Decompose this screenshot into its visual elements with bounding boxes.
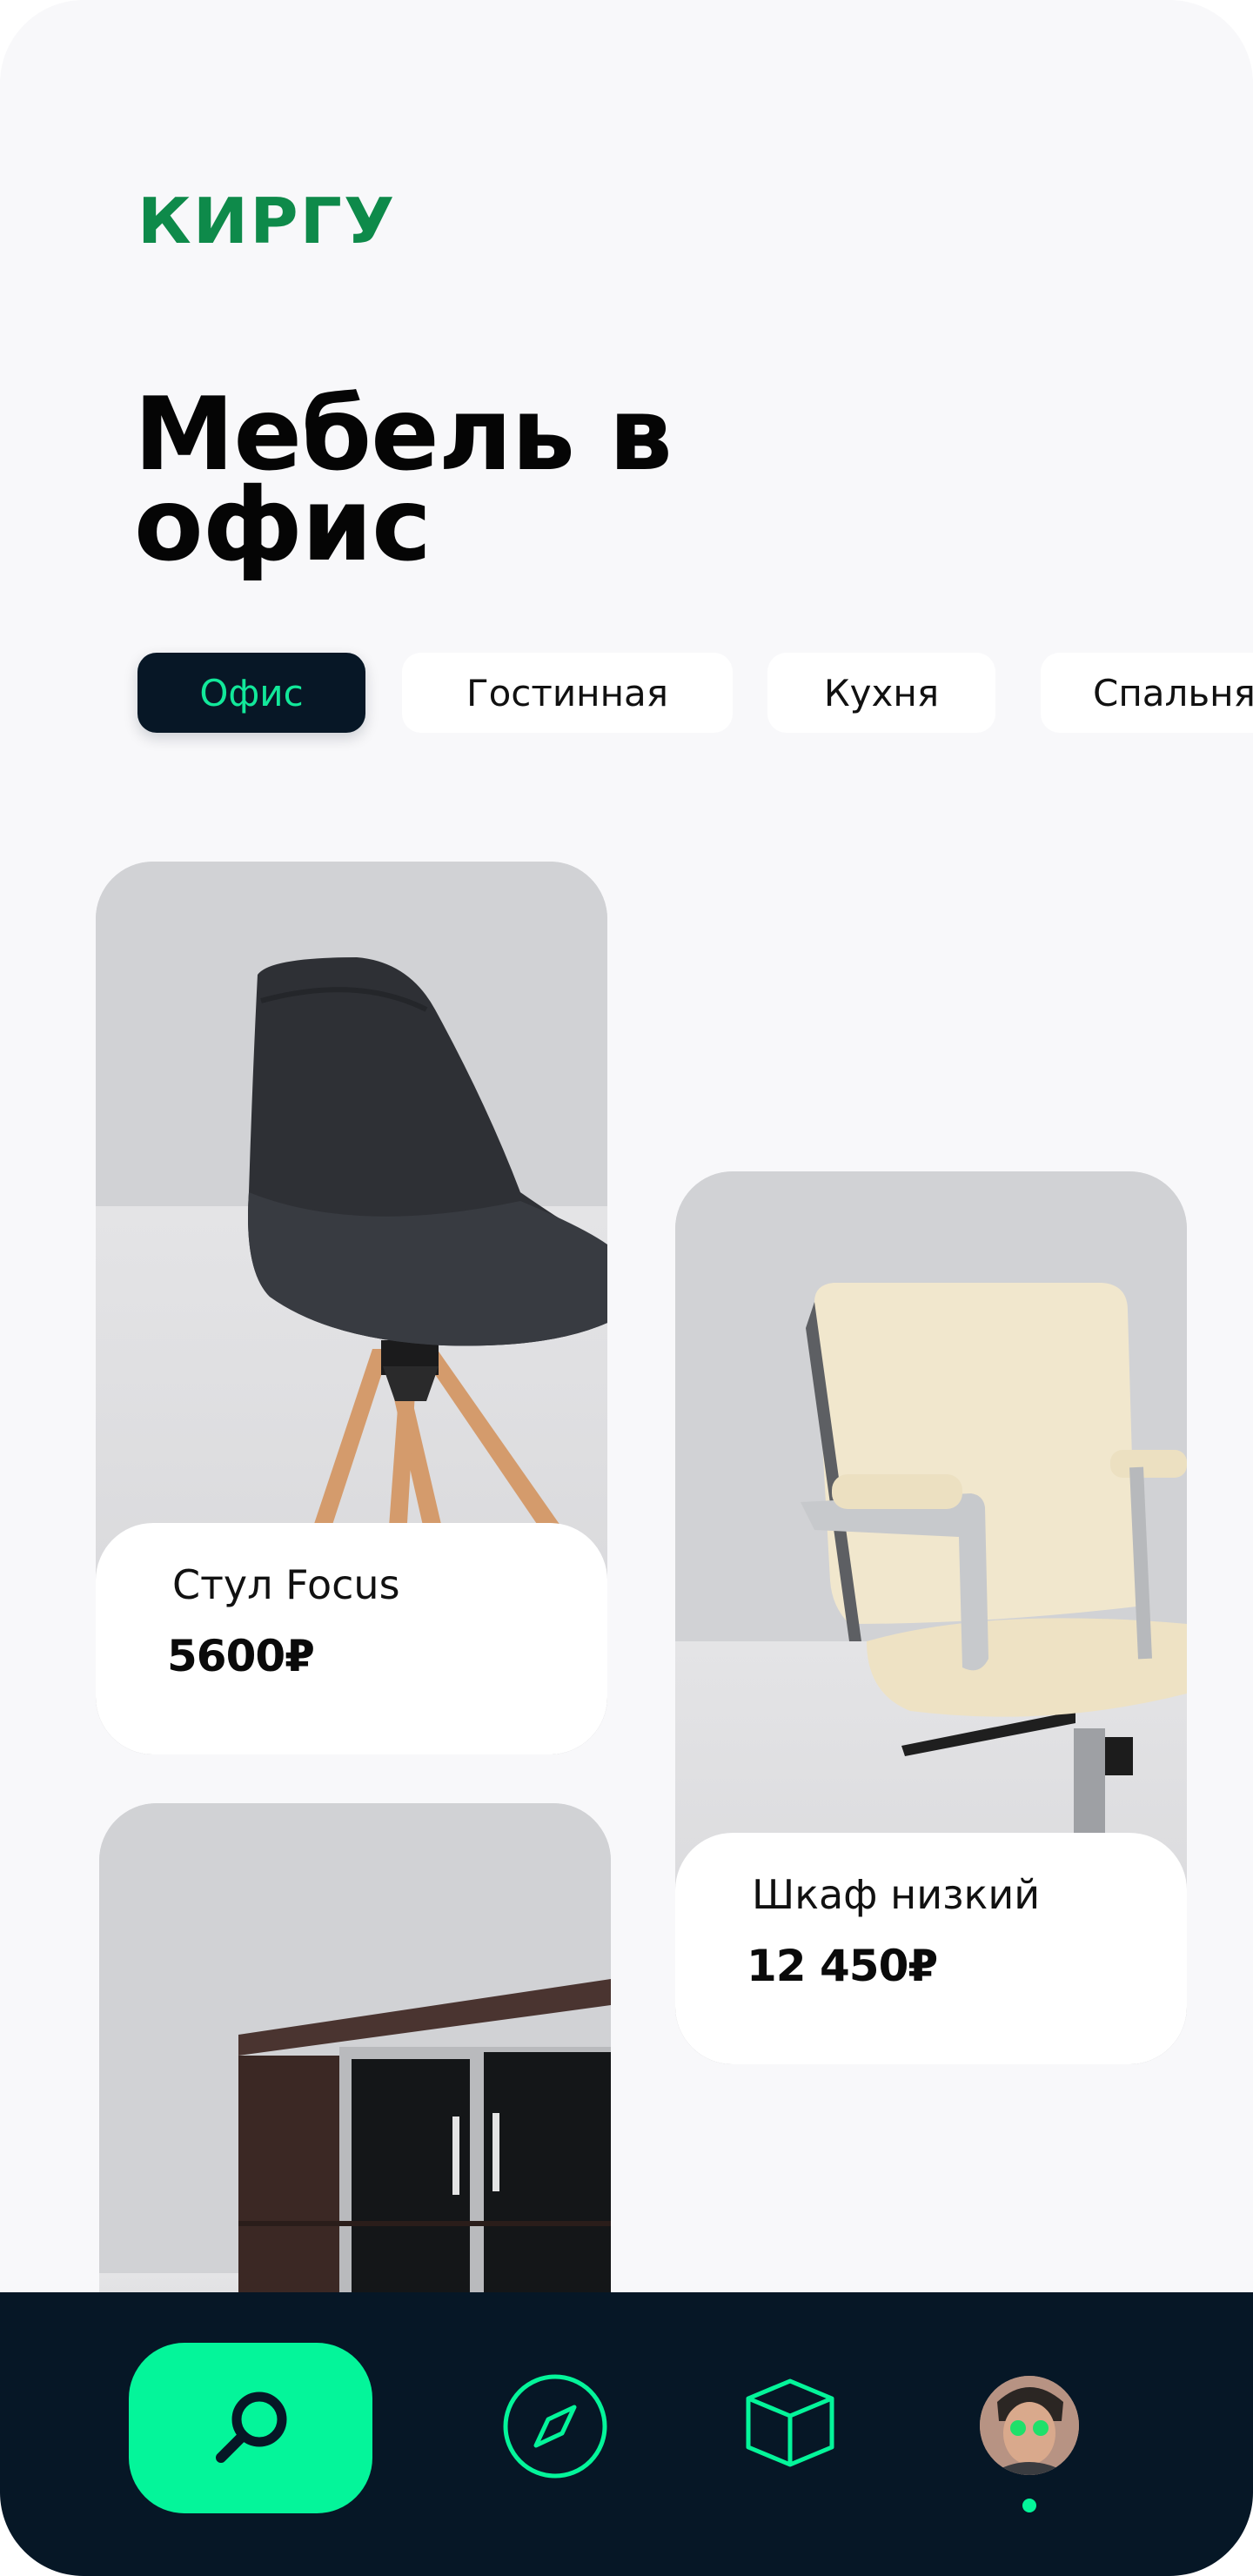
product-name: Шкаф низкий bbox=[752, 1871, 1041, 1918]
nav-catalog-button[interactable] bbox=[743, 2376, 837, 2470]
tab-kitchen[interactable]: Кухня bbox=[767, 653, 995, 733]
product-info: Шкаф низкий 12 450₽ bbox=[675, 1833, 1187, 2064]
profile-photo bbox=[980, 2376, 1079, 2475]
tab-living-room[interactable]: Гостинная bbox=[402, 653, 733, 733]
tab-office[interactable]: Офис bbox=[137, 653, 365, 733]
avatar[interactable] bbox=[980, 2376, 1079, 2475]
compass-icon bbox=[503, 2374, 607, 2479]
search-icon bbox=[216, 2392, 287, 2463]
product-price: 12 450₽ bbox=[747, 1941, 938, 1991]
tab-bedroom[interactable]: Спальня bbox=[1041, 653, 1253, 733]
active-indicator bbox=[1022, 2499, 1036, 2512]
nav-explore-button[interactable] bbox=[501, 2372, 609, 2480]
brand-logo: КИРГУ bbox=[137, 184, 397, 258]
app-screen: КИРГУ Мебель в офис Офис Гостинная Кухня… bbox=[0, 0, 1253, 2576]
page-title: Мебель в офис bbox=[134, 376, 673, 584]
product-name: Стул Focus bbox=[172, 1561, 400, 1608]
bottom-nav bbox=[0, 2292, 1253, 2576]
nav-search-button[interactable] bbox=[129, 2343, 372, 2513]
product-card[interactable]: Стул Focus 5600₽ bbox=[96, 862, 607, 1754]
box-icon bbox=[746, 2378, 834, 2467]
category-tabs: Офис Гостинная Кухня Спальня bbox=[137, 653, 1253, 733]
product-info: Стул Focus 5600₽ bbox=[96, 1523, 607, 1754]
product-card[interactable]: Шкаф низкий 12 450₽ bbox=[675, 1171, 1187, 2064]
product-price: 5600₽ bbox=[167, 1631, 315, 1681]
